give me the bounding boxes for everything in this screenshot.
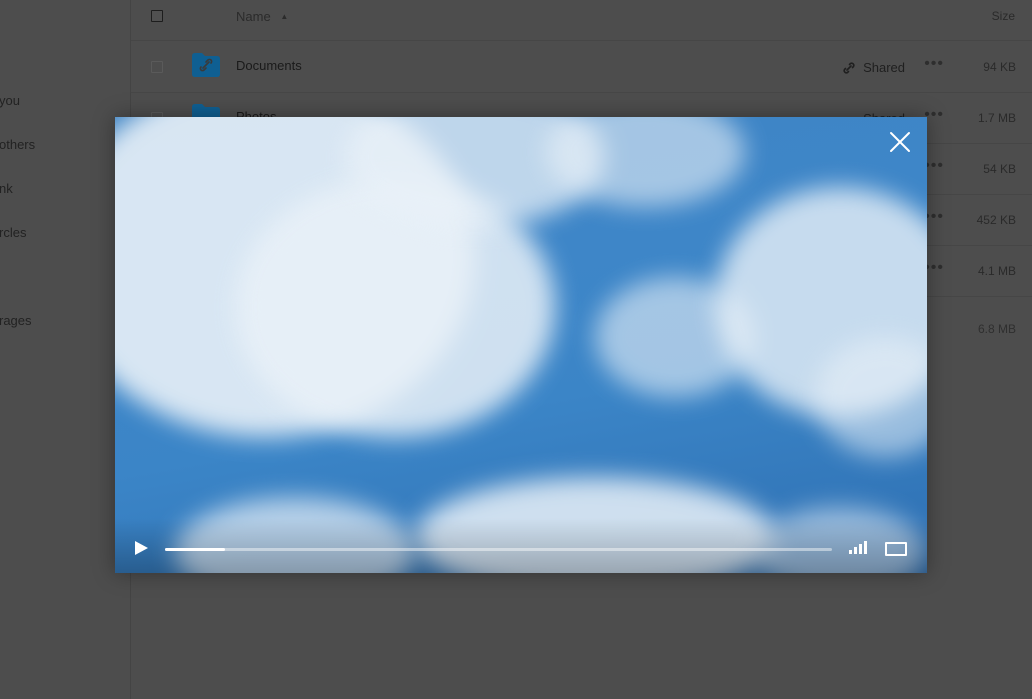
file-size: 4.1 MB (977, 264, 1016, 278)
video-controls (115, 518, 927, 573)
file-name[interactable]: Documents (236, 58, 302, 73)
link-icon (843, 61, 855, 74)
file-size: 54 KB (983, 162, 1016, 176)
seek-bar[interactable] (165, 548, 832, 551)
shared-button[interactable]: Shared (842, 60, 905, 75)
more-actions-icon[interactable]: ••• (924, 259, 944, 277)
shared-folder-icon (192, 53, 220, 77)
sidebar-item-label: nk (0, 181, 13, 196)
sidebar-item-label: you (0, 93, 20, 108)
sidebar-item-external-storages[interactable]: rages (0, 313, 32, 328)
name-header-label: Name (236, 9, 271, 24)
select-all-checkbox[interactable] (151, 10, 163, 22)
file-size: 452 KB (976, 213, 1016, 227)
sidebar-item-shared-by-link[interactable]: nk (0, 181, 13, 196)
seek-bar-progress (165, 548, 226, 551)
more-actions-icon[interactable]: ••• (924, 106, 944, 124)
file-size: 1.7 MB (977, 111, 1016, 125)
name-column-header[interactable]: Name ▲ (236, 9, 288, 24)
video-viewer[interactable] (115, 117, 927, 573)
more-actions-icon[interactable]: ••• (924, 55, 944, 73)
file-list-header: Name ▲ Size (131, 0, 1032, 41)
size-column-header[interactable]: Size (992, 9, 1015, 23)
row-checkbox[interactable] (151, 61, 163, 73)
table-row[interactable]: Documents Shared ••• 94 KB (131, 41, 1032, 93)
fullscreen-icon[interactable] (885, 542, 907, 556)
sidebar-item-label: rages (0, 313, 32, 328)
volume-icon[interactable] (848, 540, 872, 554)
more-actions-icon[interactable]: ••• (924, 208, 944, 226)
sidebar-item-label: rcles (0, 225, 27, 240)
play-icon[interactable] (133, 540, 149, 556)
file-size: 94 KB (983, 60, 1016, 74)
sidebar-item-shared-with-you[interactable]: you (0, 93, 20, 108)
sidebar: you others nk rcles rages (0, 0, 131, 699)
sidebar-item-shared-with-others[interactable]: others (0, 137, 35, 152)
total-size: 6.8 MB (977, 322, 1016, 336)
sidebar-item-label: others (0, 137, 36, 152)
shared-label: Shared (863, 60, 905, 75)
size-header-label: Size (991, 9, 1015, 23)
video-frame[interactable] (115, 117, 927, 573)
sort-ascending-icon: ▲ (280, 12, 289, 21)
sidebar-item-shared-with-circles[interactable]: rcles (0, 225, 26, 240)
more-actions-icon[interactable]: ••• (924, 157, 944, 175)
close-icon[interactable] (887, 129, 913, 155)
